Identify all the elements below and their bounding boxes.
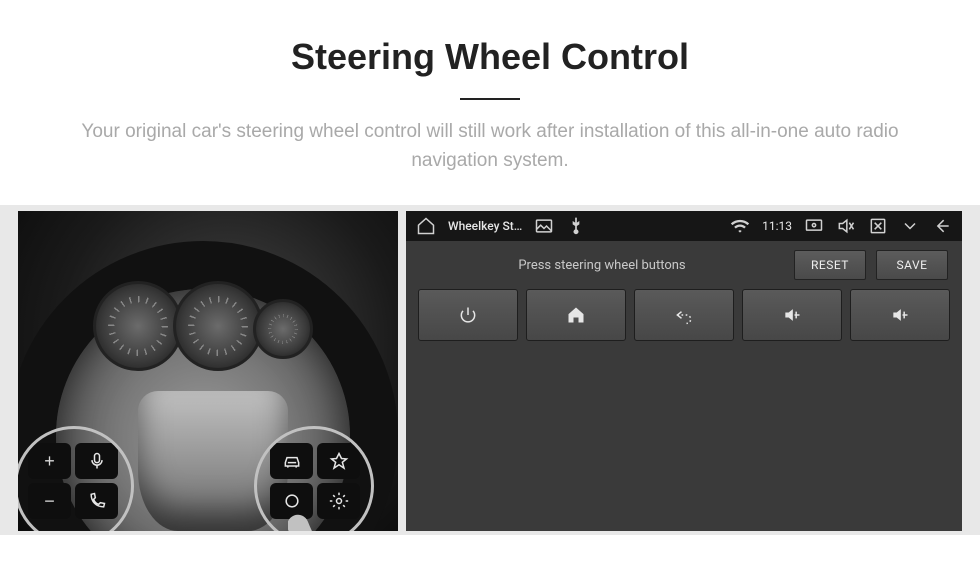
wheel-right-pad	[270, 443, 360, 519]
title-divider	[460, 98, 520, 100]
tile-volume-up-1[interactable]	[742, 289, 842, 341]
status-bar: Wheelkey St… 11:13	[406, 211, 962, 241]
image-icon	[534, 216, 554, 236]
home-icon[interactable]	[416, 216, 436, 236]
toolbar: Press steering wheel buttons RESET SAVE	[406, 241, 962, 289]
mute-icon[interactable]	[836, 216, 856, 236]
wheel-left-pad: + −	[28, 443, 118, 519]
cast-icon[interactable]	[804, 216, 824, 236]
function-tile-row	[406, 289, 962, 341]
wheel-btn-plus: +	[28, 443, 71, 479]
save-button[interactable]: SAVE	[876, 250, 948, 280]
wheel-btn-phone	[75, 483, 118, 519]
page-title: Steering Wheel Control	[0, 36, 980, 78]
wheel-btn-voice	[75, 443, 118, 479]
tile-home[interactable]	[526, 289, 626, 341]
page-subtitle: Your original car's steering wheel contr…	[60, 118, 920, 175]
tile-volume-up-2[interactable]	[850, 289, 950, 341]
reset-button[interactable]: RESET	[794, 250, 866, 280]
instruction-text: Press steering wheel buttons	[420, 258, 784, 273]
status-app-title: Wheelkey St…	[448, 219, 522, 233]
wheel-btn-car	[270, 443, 313, 479]
wheel-btn-gear	[317, 483, 360, 519]
wheel-btn-nav	[317, 443, 360, 479]
wifi-icon	[730, 216, 750, 236]
back-nav-icon[interactable]	[932, 216, 952, 236]
tile-power[interactable]	[418, 289, 518, 341]
usb-icon	[566, 216, 586, 236]
content-row: + −	[0, 205, 980, 535]
wheel-btn-circle	[270, 483, 313, 519]
status-time: 11:13	[762, 219, 792, 233]
head-unit-screen: Wheelkey St… 11:13	[406, 211, 962, 531]
steering-wheel-photo: + −	[18, 211, 398, 531]
close-app-icon[interactable]	[868, 216, 888, 236]
wheel-btn-minus: −	[28, 483, 71, 519]
tile-back[interactable]	[634, 289, 734, 341]
caret-down-icon[interactable]	[900, 216, 920, 236]
